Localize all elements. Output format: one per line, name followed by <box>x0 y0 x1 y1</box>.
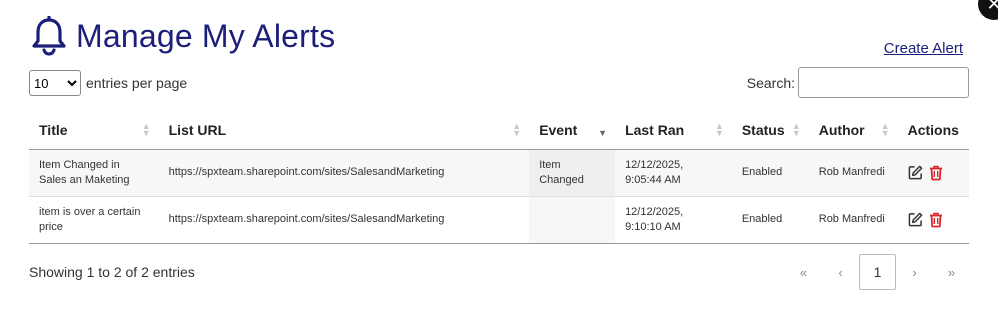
cell-list-url: https://spxteam.sharepoint.com/sites/Sal… <box>158 149 530 197</box>
cell-status: Enabled <box>731 196 809 244</box>
sort-desc-icon: ▼ <box>598 128 608 139</box>
column-header-actions: Actions <box>897 112 969 150</box>
cell-status: Enabled <box>731 149 809 197</box>
trash-icon[interactable] <box>929 165 943 181</box>
page-title: Manage My Alerts <box>76 17 336 54</box>
column-header-event[interactable]: Event ▼ <box>529 112 616 150</box>
first-page-button[interactable]: « <box>785 254 822 290</box>
cell-event: Item Changed <box>529 149 616 197</box>
pagination: « ‹ 1 › » <box>785 254 970 290</box>
sort-icon: ▲ ▼ <box>714 121 724 139</box>
sort-icon: ▲ ▼ <box>141 121 151 139</box>
cell-author: Rob Manfredi <box>808 149 898 197</box>
entries-label: entries per page <box>86 75 188 91</box>
sort-icon: ▲ ▼ <box>880 121 890 139</box>
table-row: Item Changed in Sales an Maketing https:… <box>29 149 969 197</box>
next-page-button[interactable]: › <box>896 254 933 290</box>
cell-list-url: https://spxteam.sharepoint.com/sites/Sal… <box>158 196 530 244</box>
sort-icon: ▲ ▼ <box>512 121 522 139</box>
column-header-title[interactable]: Title ▲ ▼ <box>29 112 159 150</box>
cell-actions <box>897 196 969 244</box>
edit-icon[interactable] <box>908 165 923 180</box>
column-header-last-ran[interactable]: Last Ran ▲ ▼ <box>615 112 732 150</box>
cell-last-ran: 12/12/2025, 9:05:44 AM <box>615 149 732 197</box>
search-label: Search: <box>746 74 795 91</box>
cell-event <box>529 196 616 244</box>
cell-last-ran: 12/12/2025, 9:10:10 AM <box>615 196 732 244</box>
column-header-author[interactable]: Author ▲ ▼ <box>808 112 898 150</box>
cell-author: Rob Manfredi <box>808 196 898 244</box>
table-header-row: Title ▲ ▼ List URL ▲ ▼ Event ▼ Last Ran ▲ ▼… <box>29 112 969 150</box>
entries-select[interactable]: 10 <box>29 70 81 96</box>
bell-icon <box>32 16 66 56</box>
table-info: Showing 1 to 2 of 2 entries <box>29 264 195 280</box>
close-icon[interactable]: ✕ <box>978 0 998 20</box>
alerts-table: Title ▲ ▼ List URL ▲ ▼ Event ▼ Last Ran ▲ ▼… <box>29 112 969 244</box>
page-button-current[interactable]: 1 <box>859 254 896 290</box>
trash-icon[interactable] <box>929 212 943 228</box>
create-alert-link[interactable]: Create Alert <box>884 40 963 57</box>
cell-actions <box>897 149 969 197</box>
cell-title: item is over a certain price <box>29 196 159 244</box>
manage-alerts-dialog: ✕ Manage My Alerts Create Alert 10 entri… <box>0 0 998 314</box>
prev-page-button[interactable]: ‹ <box>822 254 859 290</box>
last-page-button[interactable]: » <box>933 254 970 290</box>
cell-title: Item Changed in Sales an Maketing <box>29 149 159 197</box>
search-input[interactable] <box>798 67 969 98</box>
dialog-header: Manage My Alerts <box>30 16 335 56</box>
entries-per-page: 10 entries per page <box>29 70 187 96</box>
column-header-status[interactable]: Status ▲ ▼ <box>731 112 809 150</box>
column-header-list-url[interactable]: List URL ▲ ▼ <box>158 112 530 150</box>
search-box: Search: <box>747 67 969 98</box>
edit-icon[interactable] <box>908 212 923 227</box>
sort-icon: ▲ ▼ <box>791 121 801 139</box>
table-row: item is over a certain price https://spx… <box>29 196 969 244</box>
